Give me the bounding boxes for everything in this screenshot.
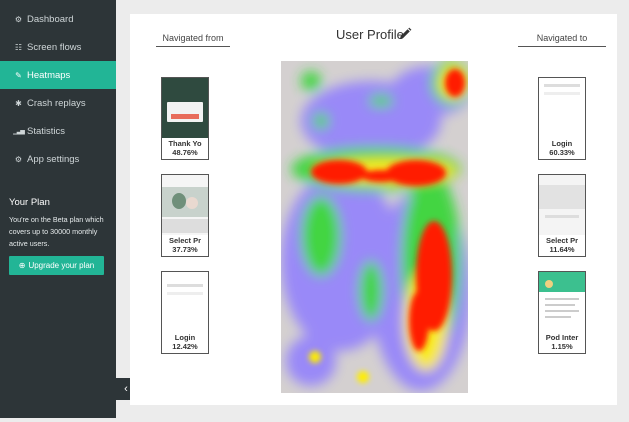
navigated-from-heading: Navigated from <box>156 33 230 47</box>
screen-name: Login <box>174 333 196 342</box>
sidebar: ⚙ Dashboard ☷ Screen flows ✎ Heatmaps ✱ … <box>0 0 116 418</box>
navigated-to-screen[interactable]: Pod Inter 1.15% <box>538 271 586 354</box>
heatmap-overlay <box>281 61 468 391</box>
chevron-left-icon: ‹ <box>124 383 128 395</box>
screen-thumbnail <box>162 78 208 138</box>
bug-icon: ✱ <box>15 98 22 108</box>
pencil-icon[interactable] <box>398 27 412 41</box>
grid-icon: ☷ <box>14 42 23 52</box>
screen-percent: 37.73% <box>172 245 198 254</box>
sidebar-item-heatmaps[interactable]: ✎ Heatmaps <box>0 61 116 89</box>
screen-thumbnail <box>539 175 585 235</box>
screen-percent: 12.42% <box>172 342 198 351</box>
screen-percent: 1.15% <box>551 342 573 351</box>
navigated-to-screen[interactable]: Login 60.33% <box>538 77 586 160</box>
sidebar-item-label: Dashboard <box>27 13 74 25</box>
upgrade-plan-button[interactable]: ⊕ Upgrade your plan <box>9 256 104 275</box>
navigated-from-screen[interactable]: Thank Yo 48.76% <box>161 77 209 160</box>
screen-name: Login <box>551 139 573 148</box>
screen-name: Select Pr <box>168 236 202 245</box>
screen-percent: 11.64% <box>549 245 575 254</box>
sidebar-item-label: Crash replays <box>27 97 86 109</box>
sidebar-item-label: Statistics <box>27 125 66 137</box>
screen-thumbnail <box>539 272 585 332</box>
heatmap-panel: Navigated from User Profile Navigated to… <box>130 14 617 405</box>
flame-icon: ✎ <box>15 70 22 80</box>
bar-chart-icon: ▁▃▅ <box>13 128 25 135</box>
dashboard-icon: ⚙ <box>14 14 23 24</box>
page-title: User Profile <box>336 27 404 42</box>
plus-circle-icon: ⊕ <box>18 261 26 270</box>
gears-icon: ⚙ <box>14 154 23 164</box>
screen-name: Select Pr <box>545 236 579 245</box>
sidebar-item-screen-flows[interactable]: ☷ Screen flows <box>0 33 116 61</box>
sidebar-item-statistics[interactable]: ▁▃▅ Statistics <box>0 117 116 145</box>
plan-panel: Your Plan You're on the Beta plan which … <box>9 197 113 250</box>
screen-percent: 48.76% <box>172 148 198 157</box>
sidebar-item-label: Heatmaps <box>27 69 71 81</box>
screen-thumbnail <box>539 78 585 138</box>
screen-thumbnail <box>162 175 208 235</box>
screen-thumbnail <box>162 272 208 332</box>
navigated-from-screen[interactable]: Login 12.42% <box>161 271 209 354</box>
sidebar-item-label: Screen flows <box>27 41 82 53</box>
sidebar-nav: ⚙ Dashboard ☷ Screen flows ✎ Heatmaps ✱ … <box>0 5 116 173</box>
screen-name: Thank Yo <box>168 139 202 148</box>
screen-percent: 60.33% <box>549 148 575 157</box>
sidebar-item-crash-replays[interactable]: ✱ Crash replays <box>0 89 116 117</box>
sidebar-item-dashboard[interactable]: ⚙ Dashboard <box>0 5 116 33</box>
navigated-to-heading: Navigated to <box>518 33 606 47</box>
plan-description: You're on the Beta plan which covers up … <box>9 215 104 248</box>
navigated-to-screen[interactable]: Select Pr 11.64% <box>538 174 586 257</box>
sidebar-item-app-settings[interactable]: ⚙ App settings <box>0 145 116 173</box>
upgrade-plan-label: Upgrade your plan <box>28 261 95 270</box>
screen-name: Pod Inter <box>545 333 579 342</box>
navigated-from-screen[interactable]: Select Pr 37.73% <box>161 174 209 257</box>
sidebar-item-label: App settings <box>27 153 80 165</box>
plan-title: Your Plan <box>9 197 50 208</box>
heatmap-canvas <box>281 61 468 393</box>
